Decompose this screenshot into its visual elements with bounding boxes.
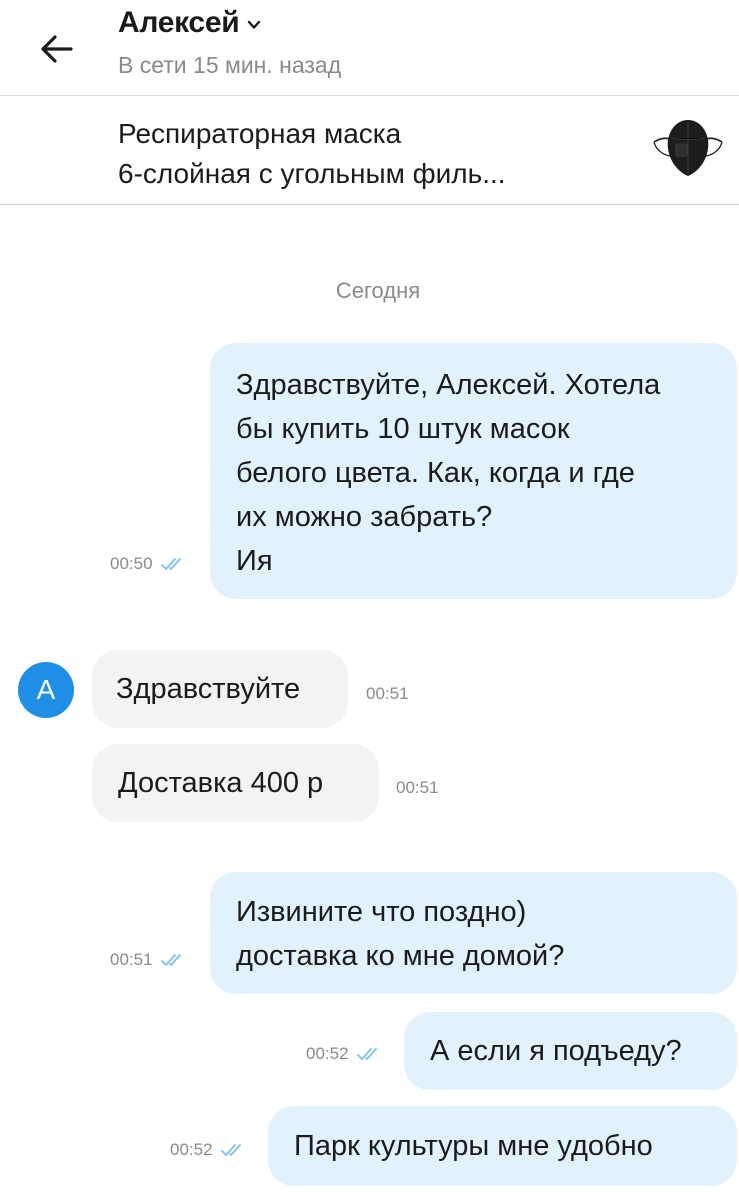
contact-status: В сети 15 мин. назад [118,52,342,78]
message-text-line: А если я подъеду? [430,1035,682,1067]
message-time: 00:52 [306,1044,349,1063]
double-check-icon [356,1048,377,1060]
product-title-line: 6-слойная с угольным филь... [118,158,506,189]
message-bubble-incoming[interactable]: Здравствуйте [92,650,348,728]
message-text-line: Ия [236,545,273,577]
double-check-icon [160,558,181,570]
product-title-line: Респираторная маска [118,118,402,149]
message-bubble-outgoing[interactable]: Здравствуйте, Алексей. Хотела бы купить … [210,343,737,599]
divider [0,204,739,205]
message-text-line: бы купить 10 штук масок [236,413,570,445]
message-text-line: Парк культуры мне удобно [294,1130,653,1162]
message-bubble-outgoing[interactable]: Извините что поздно) доставка ко мне дом… [210,872,737,994]
product-title: Респираторная маска 6-слойная с угольным… [118,114,598,194]
message-meta: 00:51 [110,950,187,970]
message-text-line: Доставка 400 р [118,767,324,799]
chevron-down-icon [248,20,261,29]
double-check-icon [220,1144,241,1156]
message-text-line: Извините что поздно) [236,896,527,928]
double-check-icon [160,954,181,966]
chat-header: Алексей В сети 15 мин. назад [0,0,739,96]
avatar[interactable]: А [18,662,74,718]
message-time: 00:50 [110,554,153,573]
back-button[interactable] [34,26,80,72]
contact-name: Алексей [118,6,240,39]
arrow-left-icon [41,35,73,63]
message-meta: 00:51 [396,778,439,798]
message-time: 00:51 [110,950,153,969]
message-text-line: Здравствуйте [116,673,301,705]
message-bubble-outgoing[interactable]: Парк культуры мне удобно [268,1106,737,1186]
message-bubble-incoming[interactable]: Доставка 400 р [92,744,379,822]
message-time: 00:51 [366,684,409,703]
respirator-mask-image [653,120,723,176]
message-meta: 00:52 [306,1044,383,1064]
message-time: 00:52 [170,1140,213,1159]
message-text-line: доставка ко мне домой? [236,940,565,972]
message-time: 00:51 [396,778,439,797]
product-card[interactable]: Респираторная маска 6-слойная с угольным… [0,96,739,204]
message-text-line: белого цвета. Как, когда и где [236,457,635,489]
message-meta: 00:51 [366,684,409,704]
message-meta: 00:50 [110,554,187,574]
message-text-line: их можно забрать? [236,501,493,533]
date-separator: Сегодня [335,278,421,303]
contact-name-dropdown[interactable]: Алексей [118,6,261,40]
message-text-line: Здравствуйте, Алексей. Хотела [236,369,661,401]
message-meta: 00:52 [170,1140,247,1160]
message-bubble-outgoing[interactable]: А если я подъеду? [404,1012,737,1090]
